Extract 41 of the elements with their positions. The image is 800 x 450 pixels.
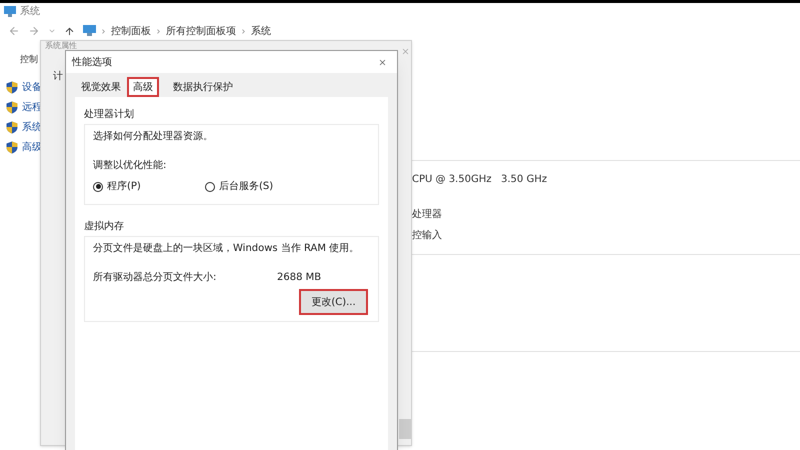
shield-icon — [6, 141, 18, 154]
shield-icon — [6, 101, 18, 114]
close-icon[interactable] — [378, 58, 387, 66]
shield-icon — [6, 121, 18, 134]
breadcrumb-item[interactable]: 所有控制面板项 — [166, 24, 236, 38]
sidebar-link[interactable]: 设备 — [22, 80, 42, 95]
tab[interactable]: 数据执行保护 — [167, 77, 239, 97]
description-text: 分页文件是硬盘上的一块区域，Windows 当作 RAM 使用。 — [93, 242, 360, 256]
radio-label[interactable]: 程序(P) — [107, 179, 141, 194]
group-title: 处理器计划 — [84, 108, 135, 122]
processor-info: CPU @ 3.50GHz 3.50 GHz — [412, 173, 547, 187]
dialog-title: 性能选项 — [72, 56, 112, 70]
forward-icon[interactable] — [28, 25, 40, 37]
up-icon[interactable] — [64, 26, 75, 36]
size-value: 2688 MB — [277, 271, 322, 285]
radio-button[interactable] — [205, 182, 215, 192]
touch-input-info: 控输入 — [412, 228, 443, 243]
description-text: 选择如何分配处理器资源。 — [93, 130, 214, 144]
group-title: 虚拟内存 — [84, 220, 125, 234]
computer-icon — [83, 25, 96, 37]
dialog-tab[interactable]: 计 — [53, 69, 63, 84]
dialog-title: 系统属性 — [45, 41, 77, 50]
tab[interactable]: 高级 — [127, 77, 159, 97]
chevron-icon — [240, 28, 247, 34]
tab[interactable]: 视觉效果 — [75, 77, 127, 97]
breadcrumb-item[interactable]: 控制面板 — [111, 24, 151, 38]
back-icon[interactable] — [8, 25, 20, 37]
processor-count: 处理器 — [412, 208, 443, 222]
computer-icon — [4, 6, 16, 17]
radio-label[interactable]: 后台服务(S) — [219, 179, 274, 194]
change-button[interactable]: 更改(C)... — [299, 289, 368, 315]
chevron-icon — [100, 28, 107, 34]
shield-icon — [6, 81, 18, 94]
breadcrumb-item[interactable]: 系统 — [251, 24, 271, 38]
sidebar-heading: 控制 — [20, 55, 38, 65]
window-title: 系统 — [20, 4, 40, 19]
radio-button[interactable] — [93, 182, 103, 192]
size-label: 所有驱动器总分页文件大小: — [93, 270, 218, 285]
dropdown-icon[interactable] — [48, 27, 56, 35]
chevron-icon — [155, 28, 162, 34]
prompt-text: 调整以优化性能: — [93, 158, 168, 173]
